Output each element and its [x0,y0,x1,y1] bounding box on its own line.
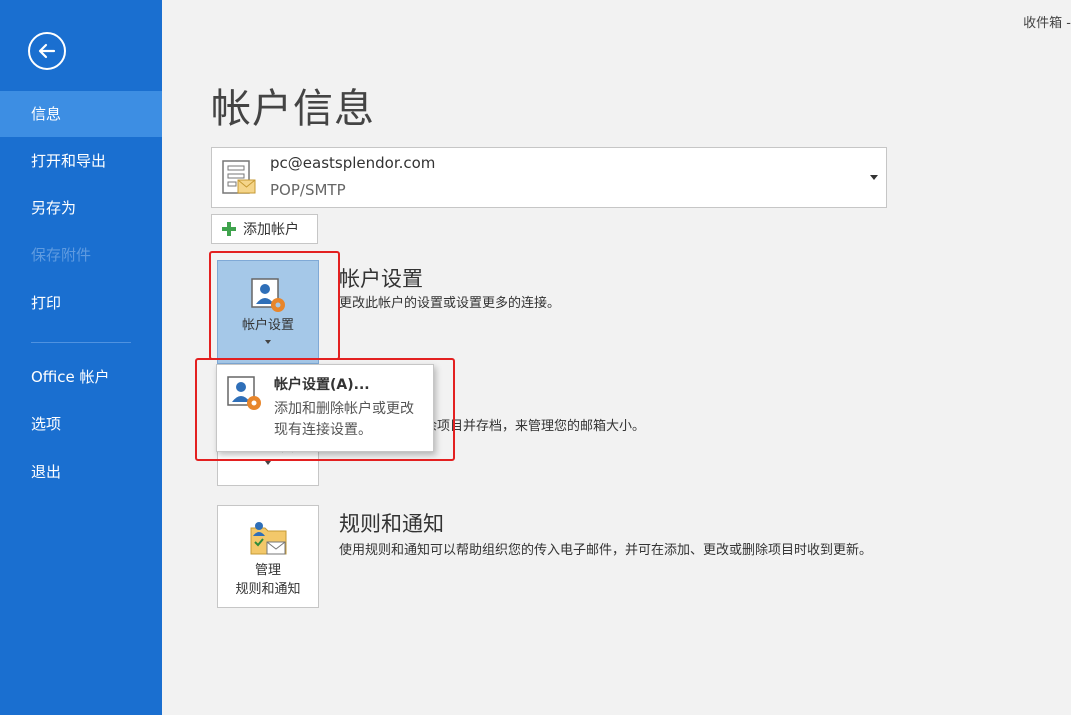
nav-item-print[interactable]: 打印 [0,280,162,326]
account-settings-description: 更改此帐户的设置或设置更多的连接。 [339,296,561,311]
back-arrow-icon [38,43,56,59]
backstage-sidebar: 信息 打开和导出 另存为 保存附件 打印 Office 帐户 选项 退出 [0,0,162,715]
account-selector-dropdown[interactable]: pc@eastsplendor.com POP/SMTP [211,147,887,208]
account-settings-menu: 帐户设置(A)... 添加和删除帐户或更改现有连接设置。 [216,364,434,452]
manage-rules-label-line1: 管理 [254,563,281,578]
nav-item-options[interactable]: 选项 [0,401,162,447]
back-button[interactable] [28,32,66,70]
add-account-label: 添加帐户 [243,222,299,238]
nav-divider [31,342,131,343]
nav-item-open-export[interactable]: 打开和导出 [0,138,162,184]
nav-item-save-as[interactable]: 另存为 [0,185,162,231]
chevron-down-icon [265,461,271,465]
account-settings-icon [227,376,261,410]
rules-title: 规则和通知 [339,512,444,536]
rules-description: 使用规则和通知可以帮助组织您的传入电子邮件，并可在添加、更改或删除项目时收到更新… [339,543,873,558]
account-type: POP/SMTP [270,181,346,199]
chevron-down-icon [870,175,878,180]
account-email: pc@eastsplendor.com [270,154,436,172]
manage-rules-tile[interactable]: 管理 规则和通知 [217,505,319,608]
page-title: 帐户信息 [211,86,375,132]
account-settings-title: 帐户设置 [339,267,423,291]
account-settings-tile[interactable]: 帐户设置 [217,260,319,364]
nav-item-exit[interactable]: 退出 [0,449,162,495]
account-settings-icon [251,278,285,312]
add-account-button[interactable]: 添加帐户 [211,214,318,244]
mail-account-icon [222,160,256,194]
nav-item-info[interactable]: 信息 [0,91,162,137]
nav-item-save-attachments: 保存附件 [31,246,92,264]
chevron-down-icon [265,340,271,344]
manage-rules-label-line2: 规则和通知 [235,582,301,597]
nav-item-office-account[interactable]: Office 帐户 [0,354,162,400]
plus-icon [222,222,236,236]
cleanup-description: 余项目并存档，来管理您的邮箱大小。 [424,419,646,434]
menu-item-title: 帐户设置(A)... [274,377,370,393]
menu-item-description: 添加和删除帐户或更改现有连接设置。 [274,401,414,438]
account-settings-tile-label: 帐户设置 [241,318,294,333]
window-title: 收件箱 - [1023,16,1071,31]
menu-item-account-settings[interactable]: 帐户设置(A)... 添加和删除帐户或更改现有连接设置。 [217,365,433,451]
rules-alerts-icon [250,522,287,555]
